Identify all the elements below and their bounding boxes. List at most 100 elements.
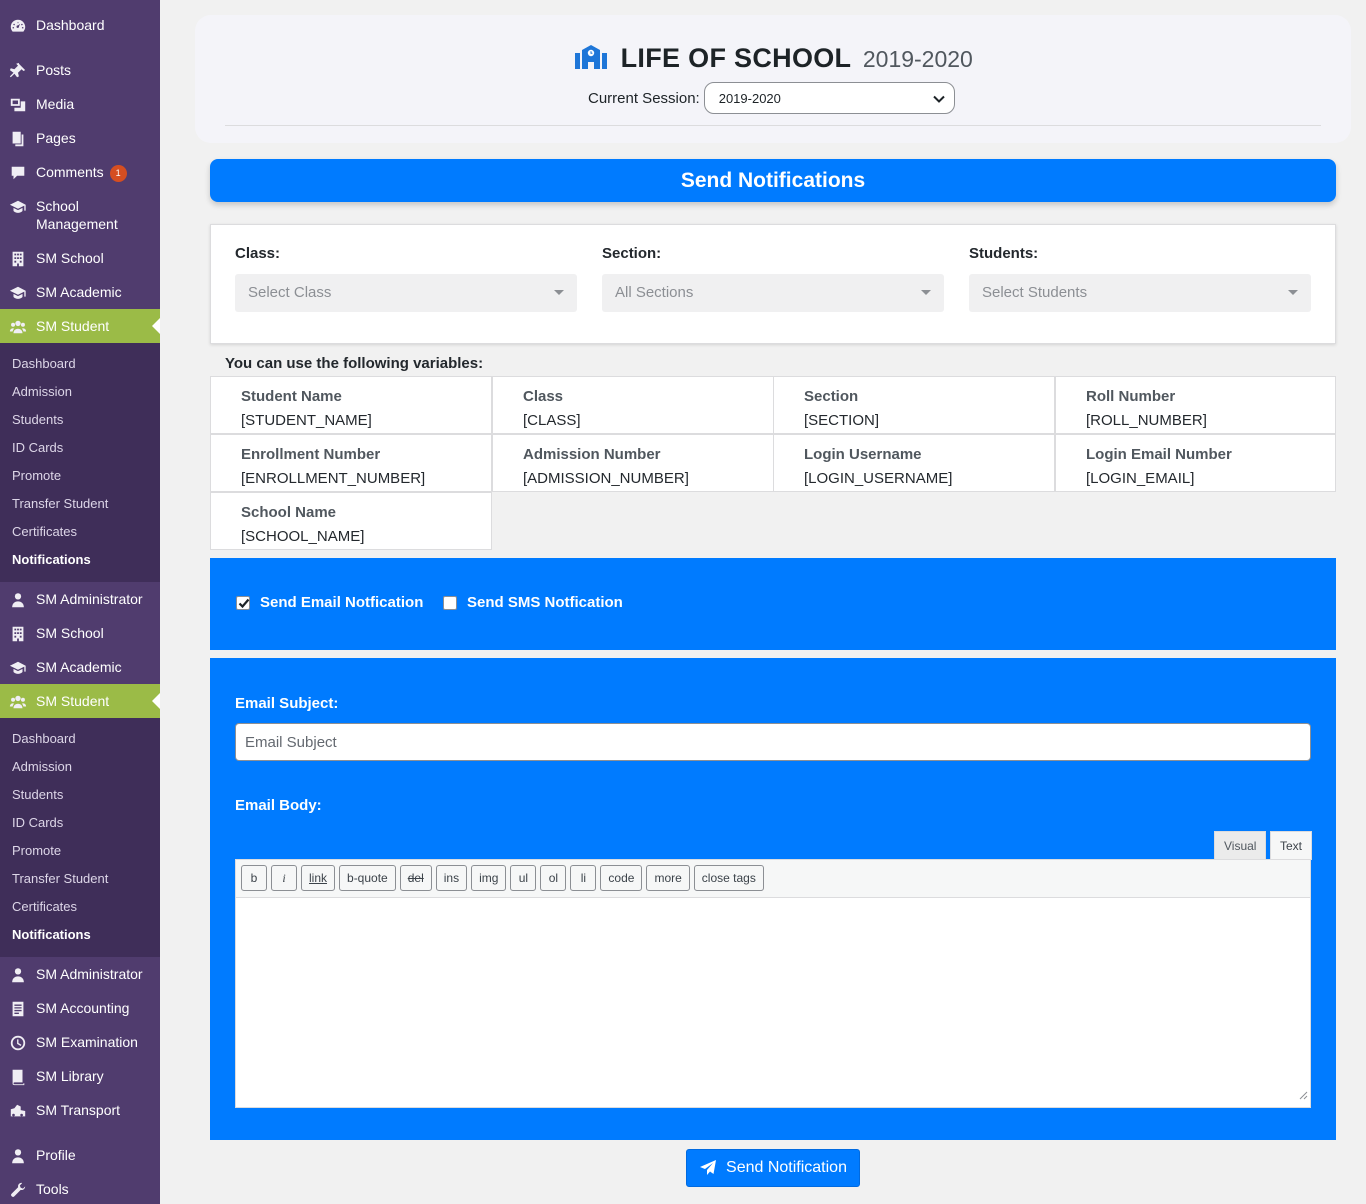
strikethrough-button[interactable]: del (399, 865, 432, 891)
submenu-promote[interactable]: Promote (0, 462, 160, 490)
submenu-id-cards[interactable]: ID Cards (0, 809, 160, 837)
send-sms-checkbox[interactable] (443, 595, 457, 610)
variable-cell: Student Name [STUDENT_NAME] (210, 376, 492, 434)
class-filter: Class: Select Class (235, 245, 577, 312)
page-title: LIFE OF SCHOOL 2019-2020 (195, 42, 1351, 78)
submenu-students[interactable]: Students (0, 406, 160, 434)
variable-code: [ROLL_NUMBER] (1086, 412, 1207, 429)
menu-label: SM Academic (36, 284, 122, 300)
submenu-certificates[interactable]: Certificates (0, 893, 160, 921)
session-label: Current Session: (588, 89, 700, 107)
variable-code: [ENROLLMENT_NUMBER] (241, 470, 426, 487)
menu-sm-student[interactable]: SM Student (0, 309, 160, 343)
user-icon (0, 590, 36, 609)
send-notification-label: Send Notification (726, 1159, 847, 1176)
menu-sm-school[interactable]: SM School (0, 249, 160, 268)
submenu-transfer-student[interactable]: Transfer Student (0, 490, 160, 518)
menu-school-management[interactable]: School Management (0, 197, 160, 233)
menu-label-text: Comments (36, 164, 104, 180)
submenu-admission[interactable]: Admission (0, 753, 160, 781)
menu-sm-student-2[interactable]: SM Student (0, 684, 160, 718)
clock-icon (0, 1033, 36, 1052)
menu-sm-examination[interactable]: SM Examination (0, 1033, 160, 1052)
insert-button[interactable]: ins (435, 865, 468, 891)
unordered-list-button[interactable]: ul (510, 865, 537, 891)
bold-button[interactable]: b (241, 865, 267, 891)
submenu-students[interactable]: Students (0, 781, 160, 809)
menu-sm-accounting[interactable]: SM Accounting (0, 999, 160, 1018)
resize-handle-icon[interactable] (1299, 1087, 1308, 1105)
class-select[interactable]: Select Class (235, 274, 577, 312)
submenu-promote[interactable]: Promote (0, 837, 160, 865)
email-subject-input[interactable] (235, 723, 1311, 761)
chevron-down-icon (932, 92, 946, 109)
link-button[interactable]: link (301, 865, 336, 891)
menu-sm-school-2[interactable]: SM School (0, 624, 160, 643)
ordered-list-button[interactable]: ol (540, 865, 567, 891)
pin-icon (0, 61, 36, 80)
menu-label: Pages (36, 130, 76, 146)
send-email-option[interactable]: Send Email Notfication (236, 594, 423, 611)
variable-name: Enrollment Number (241, 446, 381, 463)
list-item-button[interactable]: li (570, 865, 597, 891)
email-body-label: Email Body: (235, 797, 322, 814)
menu-sm-transport[interactable]: SM Transport (0, 1101, 160, 1120)
variable-cell: Admission Number [ADMISSION_NUMBER] (492, 434, 774, 492)
variable-name: School Name (241, 504, 337, 521)
variable-code: [SECTION] (804, 412, 880, 429)
menu-posts[interactable]: Posts (0, 61, 160, 80)
send-notification-button[interactable]: Send Notification (686, 1149, 860, 1187)
email-panel: Email Subject: Email Body: Visual Text b… (210, 658, 1336, 1140)
menu-comments[interactable]: Comments 1 (0, 163, 160, 182)
submenu-dashboard[interactable]: Dashboard (0, 725, 160, 753)
variable-code: [LOGIN_USERNAME] (804, 470, 953, 487)
submenu-notifications[interactable]: Notifications (0, 921, 160, 949)
menu-media[interactable]: Media (0, 95, 160, 114)
email-body-textarea[interactable] (235, 897, 1311, 1108)
menu-sm-library[interactable]: SM Library (0, 1067, 160, 1086)
students-label: Students: (969, 245, 1039, 262)
italic-button[interactable]: i (271, 865, 297, 891)
code-button[interactable]: code (600, 865, 643, 891)
menu-sm-administrator-2[interactable]: SM Administrator (0, 965, 160, 984)
section-select[interactable]: All Sections (602, 274, 944, 312)
tab-visual[interactable]: Visual (1214, 831, 1267, 860)
session-value: 2019-2020 (718, 90, 781, 106)
variable-code: [SCHOOL_NAME] (241, 528, 365, 545)
comments-count-badge: 1 (109, 165, 127, 182)
send-sms-option[interactable]: Send SMS Notfication (443, 594, 623, 611)
variable-name: Login Email Number (1086, 446, 1232, 463)
submenu-id-cards[interactable]: ID Cards (0, 434, 160, 462)
close-tags-button[interactable]: close tags (693, 865, 764, 891)
menu-sm-academic-2[interactable]: SM Academic (0, 658, 160, 677)
submenu-dashboard[interactable]: Dashboard (0, 350, 160, 378)
graduation-cap-icon (0, 658, 36, 677)
students-select[interactable]: Select Students (969, 274, 1311, 312)
send-email-checkbox[interactable] (236, 595, 250, 610)
variable-name: Login Username (804, 446, 922, 463)
tab-text[interactable]: Text (1270, 831, 1313, 860)
blockquote-button[interactable]: b-quote (339, 865, 396, 891)
submenu-transfer-student[interactable]: Transfer Student (0, 865, 160, 893)
menu-label: Comments 1 (36, 163, 160, 182)
menu-pages[interactable]: Pages (0, 129, 160, 148)
variable-code: [ADMISSION_NUMBER] (523, 470, 689, 487)
session-select[interactable]: 2019-2020 (703, 82, 955, 114)
image-button[interactable]: img (471, 865, 507, 891)
variable-code: [CLASS] (523, 412, 581, 429)
menu-profile[interactable]: Profile (0, 1146, 160, 1165)
school-year: 2019-2020 (862, 46, 973, 72)
filter-card: Class: Select Class Section: All Section… (210, 224, 1336, 344)
menu-dashboard[interactable]: Dashboard (0, 16, 160, 35)
submenu-certificates[interactable]: Certificates (0, 518, 160, 546)
pages-icon (0, 129, 36, 148)
menu-sm-administrator[interactable]: SM Administrator (0, 590, 160, 609)
notification-type-panel: Send Email Notfication Send SMS Notficat… (210, 558, 1336, 650)
submenu-admission[interactable]: Admission (0, 378, 160, 406)
menu-sm-academic[interactable]: SM Academic (0, 283, 160, 302)
menu-label: Profile (36, 1147, 76, 1163)
menu-tools[interactable]: Tools (0, 1180, 160, 1199)
more-button[interactable]: more (646, 865, 690, 891)
menu-label: SM Administrator (36, 591, 143, 607)
submenu-notifications[interactable]: Notifications (0, 546, 160, 574)
